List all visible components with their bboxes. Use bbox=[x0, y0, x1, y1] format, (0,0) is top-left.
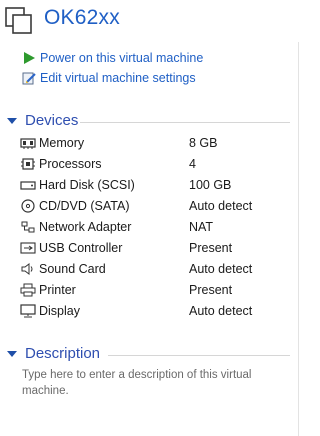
device-value: Present bbox=[189, 283, 233, 297]
usb-icon bbox=[20, 241, 36, 255]
device-name: Memory bbox=[39, 136, 85, 150]
cd-dvd-icon bbox=[20, 199, 36, 213]
printer-icon bbox=[20, 283, 36, 297]
device-name: USB Controller bbox=[39, 241, 123, 255]
edit-settings-link[interactable]: Edit virtual machine settings bbox=[22, 69, 196, 87]
description-section-header[interactable]: Description bbox=[7, 345, 100, 362]
device-name: CD/DVD (SATA) bbox=[39, 199, 130, 213]
description-title: Description bbox=[25, 345, 101, 362]
device-row-hard-disk[interactable]: Hard Disk (SCSI) 100 GB bbox=[20, 176, 295, 194]
device-row-memory[interactable]: Memory 8 GB bbox=[20, 134, 295, 152]
vm-title: OK62xx bbox=[44, 6, 120, 29]
processor-icon bbox=[20, 157, 36, 171]
collapse-arrow-icon bbox=[7, 117, 17, 124]
device-name: Network Adapter bbox=[39, 220, 132, 234]
sound-icon bbox=[20, 262, 36, 276]
description-rule bbox=[108, 355, 290, 356]
power-on-link[interactable]: Power on this virtual machine bbox=[22, 49, 203, 67]
hard-disk-icon bbox=[20, 178, 36, 192]
device-value: Auto detect bbox=[189, 199, 253, 213]
device-name: Processors bbox=[39, 157, 102, 171]
device-row-network-adapter[interactable]: Network Adapter NAT bbox=[20, 218, 295, 236]
device-row-sound-card[interactable]: Sound Card Auto detect bbox=[20, 260, 295, 278]
device-name: Printer bbox=[39, 283, 76, 297]
device-value: 4 bbox=[189, 157, 196, 171]
device-value: Auto detect bbox=[189, 262, 253, 276]
devices-section-header[interactable]: Devices bbox=[7, 112, 78, 129]
device-row-usb-controller[interactable]: USB Controller Present bbox=[20, 239, 295, 257]
device-row-printer[interactable]: Printer Present bbox=[20, 281, 295, 299]
network-adapter-icon bbox=[20, 220, 36, 234]
device-row-processors[interactable]: Processors 4 bbox=[20, 155, 295, 173]
device-value: NAT bbox=[189, 220, 214, 234]
devices-rule bbox=[80, 122, 290, 123]
device-name: Hard Disk (SCSI) bbox=[39, 178, 135, 192]
description-input[interactable]: Type here to enter a description of this… bbox=[22, 367, 282, 399]
devices-title: Devices bbox=[25, 112, 79, 129]
device-row-display[interactable]: Display Auto detect bbox=[20, 302, 295, 320]
vm-header: OK62xx bbox=[0, 0, 313, 40]
memory-icon bbox=[20, 136, 36, 150]
edit-settings-icon bbox=[22, 71, 36, 85]
device-name: Display bbox=[39, 304, 80, 318]
power-on-label: Power on this virtual machine bbox=[40, 51, 204, 65]
device-name: Sound Card bbox=[39, 262, 106, 276]
device-value: 100 GB bbox=[189, 178, 232, 192]
device-value: Auto detect bbox=[189, 304, 253, 318]
edit-settings-label: Edit virtual machine settings bbox=[40, 71, 196, 85]
play-icon bbox=[22, 51, 36, 65]
virtual-machine-icon bbox=[5, 7, 33, 35]
panel-divider bbox=[298, 42, 299, 436]
device-value: Present bbox=[189, 241, 233, 255]
device-row-cd-dvd[interactable]: CD/DVD (SATA) Auto detect bbox=[20, 197, 295, 215]
display-icon bbox=[20, 304, 36, 318]
collapse-arrow-icon bbox=[7, 350, 17, 357]
device-value: 8 GB bbox=[189, 136, 218, 150]
